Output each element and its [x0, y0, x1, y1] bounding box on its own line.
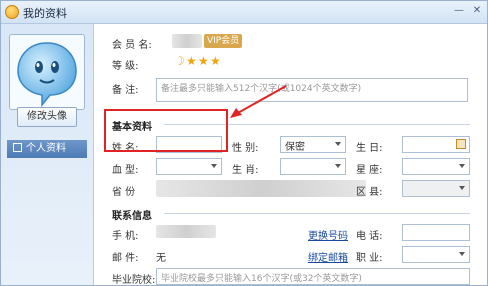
- chevron-down-icon: [335, 164, 341, 168]
- calendar-icon[interactable]: [456, 139, 466, 149]
- chevron-down-icon: [459, 164, 465, 168]
- blood-type-select[interactable]: [156, 158, 222, 175]
- chevron-down-icon: [459, 252, 465, 256]
- chevron-down-icon: [335, 142, 341, 146]
- gender-select[interactable]: 保密: [280, 136, 346, 153]
- zodiac-select[interactable]: [280, 158, 346, 175]
- contact-info-title: 联系信息: [112, 211, 152, 222]
- phone-label: 电 话:: [356, 231, 383, 242]
- sidebar: 修改头像 个人资料: [1, 24, 94, 285]
- highlight-box: [104, 109, 228, 152]
- divider: [164, 213, 470, 214]
- zodiac-label: 生 肖:: [232, 165, 259, 176]
- moon-icon: ☽: [174, 54, 185, 68]
- school-label: 毕业院校:: [112, 275, 156, 286]
- annotation-arrow: [230, 85, 287, 118]
- sidebar-item-profile[interactable]: 个人资料: [7, 140, 87, 158]
- close-icon[interactable]: ✕: [469, 4, 485, 18]
- member-label: 会 员 名:: [112, 40, 152, 51]
- note-label: 备 注:: [112, 85, 139, 96]
- email-value: 无: [156, 253, 166, 264]
- email-label: 邮 件:: [112, 253, 139, 264]
- profile-icon: [13, 143, 22, 152]
- app-icon: [5, 5, 19, 19]
- birthday-input[interactable]: [402, 136, 470, 153]
- star-icon: ★: [210, 54, 221, 68]
- window-title: 我的资料: [23, 7, 67, 20]
- job-select[interactable]: [402, 246, 470, 263]
- change-avatar-button[interactable]: 修改头像: [17, 107, 77, 127]
- constellation-label: 星 座:: [356, 165, 383, 176]
- mobile-redacted: [156, 225, 216, 238]
- sidebar-item-label: 个人资料: [26, 143, 66, 154]
- avatar: [9, 34, 85, 110]
- blood-type-label: 血 型:: [112, 165, 139, 176]
- mobile-label: 手 机:: [112, 231, 139, 242]
- gender-label: 性 别:: [232, 143, 259, 154]
- level-label: 等 级:: [112, 61, 139, 72]
- chevron-down-icon: [459, 186, 465, 190]
- vip-badge: VIP会员: [204, 34, 243, 48]
- profile-window: 我的资料 — ✕ 修改头像 个人资料 会 员 名: VIP会员 等 级: ☽ ★…: [0, 0, 488, 286]
- gender-value: 保密: [285, 142, 305, 153]
- constellation-select[interactable]: [402, 158, 470, 175]
- job-label: 职 业:: [356, 253, 383, 264]
- school-input[interactable]: 毕业院校最多只能输入16个汉字(或32个英文数字): [156, 268, 470, 285]
- bind-email-link[interactable]: 绑定邮箱: [308, 249, 348, 264]
- chevron-down-icon: [211, 164, 217, 168]
- title-bar: 我的资料 — ✕: [1, 1, 487, 24]
- change-number-link[interactable]: 更换号码: [308, 227, 348, 242]
- phone-input[interactable]: [402, 224, 470, 241]
- star-icon: ★: [198, 54, 209, 68]
- district-label: 区 县:: [356, 187, 383, 198]
- minimize-icon[interactable]: —: [451, 4, 467, 18]
- district-select[interactable]: [402, 180, 470, 197]
- province-label: 省 份: [112, 187, 136, 198]
- birthday-label: 生 日:: [356, 143, 383, 154]
- main-panel: 会 员 名: VIP会员 等 级: ☽ ★ ★ ★ 备 注: 备注最多只能输入5…: [94, 24, 487, 286]
- member-name-redacted: [172, 34, 202, 48]
- province-redacted: [156, 180, 366, 197]
- star-icon: ★: [186, 54, 197, 68]
- note-field[interactable]: 备注最多只能输入512个汉字(或1024个英文数字): [156, 78, 468, 102]
